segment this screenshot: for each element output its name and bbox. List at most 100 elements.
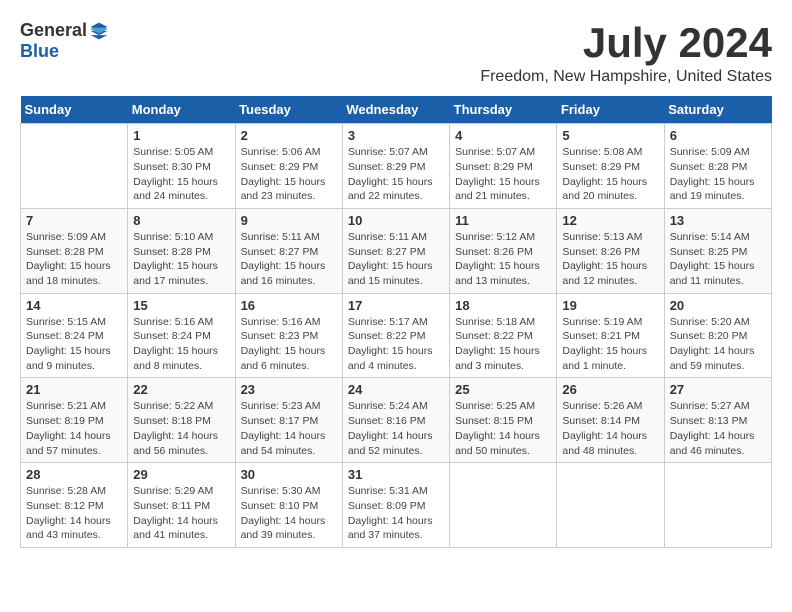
calendar-cell: 3 Sunrise: 5:07 AM Sunset: 8:29 PM Daylig… (342, 124, 449, 209)
day-info: Sunrise: 5:08 AM Sunset: 8:29 PM Dayligh… (562, 145, 658, 204)
calendar-cell: 13 Sunrise: 5:14 AM Sunset: 8:25 PM Dayli… (664, 208, 771, 293)
calendar-cell: 21 Sunrise: 5:21 AM Sunset: 8:19 PM Dayli… (21, 378, 128, 463)
day-number: 4 (455, 128, 551, 143)
calendar-cell: 4Sunrise: 5:07 AM Sunset: 8:29 PM Daylig… (450, 124, 557, 209)
month-title: July 2024 (480, 20, 772, 66)
calendar-cell: 31Sunrise: 5:31 AM Sunset: 8:09 PM Dayli… (342, 463, 449, 548)
day-info: Sunrise: 5:25 AM Sunset: 8:15 PM Dayligh… (455, 399, 551, 458)
day-number: 15 (133, 298, 229, 313)
header-sunday: Sunday (21, 96, 128, 124)
calendar-cell: 8 Sunrise: 5:10 AM Sunset: 8:28 PM Daylig… (128, 208, 235, 293)
day-number: 21 (26, 382, 122, 397)
calendar-cell: 25 Sunrise: 5:25 AM Sunset: 8:15 PM Dayli… (450, 378, 557, 463)
calendar-cell: 23 Sunrise: 5:23 AM Sunset: 8:17 PM Dayli… (235, 378, 342, 463)
day-info: Sunrise: 5:27 AM Sunset: 8:13 PM Dayligh… (670, 399, 766, 458)
calendar-cell: 12 Sunrise: 5:13 AM Sunset: 8:26 PM Dayli… (557, 208, 664, 293)
day-info: Sunrise: 5:30 AM Sunset: 8:10 PM Dayligh… (241, 484, 337, 543)
day-info: Sunrise: 5:15 AM Sunset: 8:24 PM Dayligh… (26, 315, 122, 374)
day-number: 31 (348, 467, 444, 482)
day-info: Sunrise: 5:13 AM Sunset: 8:26 PM Dayligh… (562, 230, 658, 289)
day-number: 5 (562, 128, 658, 143)
calendar-cell: 16 Sunrise: 5:16 AM Sunset: 8:23 PM Dayli… (235, 293, 342, 378)
day-info: Sunrise: 5:05 AM Sunset: 8:30 PM Dayligh… (133, 145, 229, 204)
day-info: Sunrise: 5:21 AM Sunset: 8:19 PM Dayligh… (26, 399, 122, 458)
day-number: 2 (241, 128, 337, 143)
day-number: 27 (670, 382, 766, 397)
page-header: General Blue July 2024 Freedom, New Hamp… (20, 20, 772, 86)
calendar-cell: 20 Sunrise: 5:20 AM Sunset: 8:20 PM Dayli… (664, 293, 771, 378)
day-info: Sunrise: 5:14 AM Sunset: 8:25 PM Dayligh… (670, 230, 766, 289)
calendar-week-row: 14 Sunrise: 5:15 AM Sunset: 8:24 PM Dayli… (21, 293, 772, 378)
logo-general-text: General (20, 20, 87, 41)
day-info: Sunrise: 5:20 AM Sunset: 8:20 PM Dayligh… (670, 315, 766, 374)
day-info: Sunrise: 5:09 AM Sunset: 8:28 PM Dayligh… (670, 145, 766, 204)
calendar-cell (450, 463, 557, 548)
calendar-table: SundayMondayTuesdayWednesdayThursdayFrid… (20, 96, 772, 548)
calendar-cell: 7 Sunrise: 5:09 AM Sunset: 8:28 PM Daylig… (21, 208, 128, 293)
day-number: 3 (348, 128, 444, 143)
calendar-cell (21, 124, 128, 209)
calendar-cell: 22 Sunrise: 5:22 AM Sunset: 8:18 PM Dayli… (128, 378, 235, 463)
day-number: 19 (562, 298, 658, 313)
day-number: 10 (348, 213, 444, 228)
header-thursday: Thursday (450, 96, 557, 124)
calendar-week-row: 7 Sunrise: 5:09 AM Sunset: 8:28 PM Daylig… (21, 208, 772, 293)
logo: General Blue (20, 20, 109, 62)
day-number: 16 (241, 298, 337, 313)
header-friday: Friday (557, 96, 664, 124)
header-wednesday: Wednesday (342, 96, 449, 124)
calendar-cell (664, 463, 771, 548)
title-area: July 2024 Freedom, New Hampshire, United… (480, 20, 772, 86)
calendar-cell: 17 Sunrise: 5:17 AM Sunset: 8:22 PM Dayli… (342, 293, 449, 378)
calendar-cell: 30 Sunrise: 5:30 AM Sunset: 8:10 PM Dayli… (235, 463, 342, 548)
day-number: 20 (670, 298, 766, 313)
day-info: Sunrise: 5:07 AM Sunset: 8:29 PM Dayligh… (348, 145, 444, 204)
day-info: Sunrise: 5:09 AM Sunset: 8:28 PM Dayligh… (26, 230, 122, 289)
day-info: Sunrise: 5:11 AM Sunset: 8:27 PM Dayligh… (241, 230, 337, 289)
location-subtitle: Freedom, New Hampshire, United States (480, 68, 772, 86)
day-info: Sunrise: 5:16 AM Sunset: 8:24 PM Dayligh… (133, 315, 229, 374)
calendar-cell: 29Sunrise: 5:29 AM Sunset: 8:11 PM Dayli… (128, 463, 235, 548)
day-info: Sunrise: 5:26 AM Sunset: 8:14 PM Dayligh… (562, 399, 658, 458)
day-info: Sunrise: 5:22 AM Sunset: 8:18 PM Dayligh… (133, 399, 229, 458)
day-number: 13 (670, 213, 766, 228)
day-info: Sunrise: 5:17 AM Sunset: 8:22 PM Dayligh… (348, 315, 444, 374)
calendar-cell: 27 Sunrise: 5:27 AM Sunset: 8:13 PM Dayli… (664, 378, 771, 463)
calendar-cell: 10Sunrise: 5:11 AM Sunset: 8:27 PM Dayli… (342, 208, 449, 293)
day-number: 7 (26, 213, 122, 228)
day-info: Sunrise: 5:12 AM Sunset: 8:26 PM Dayligh… (455, 230, 551, 289)
logo-blue-text: Blue (20, 41, 59, 62)
calendar-cell: 2 Sunrise: 5:06 AM Sunset: 8:29 PM Daylig… (235, 124, 342, 209)
calendar-cell: 26Sunrise: 5:26 AM Sunset: 8:14 PM Dayli… (557, 378, 664, 463)
calendar-cell: 5 Sunrise: 5:08 AM Sunset: 8:29 PM Daylig… (557, 124, 664, 209)
day-number: 25 (455, 382, 551, 397)
calendar-cell: 14 Sunrise: 5:15 AM Sunset: 8:24 PM Dayli… (21, 293, 128, 378)
calendar-cell: 11 Sunrise: 5:12 AM Sunset: 8:26 PM Dayli… (450, 208, 557, 293)
day-info: Sunrise: 5:23 AM Sunset: 8:17 PM Dayligh… (241, 399, 337, 458)
day-number: 1 (133, 128, 229, 143)
calendar-cell: 24Sunrise: 5:24 AM Sunset: 8:16 PM Dayli… (342, 378, 449, 463)
day-number: 14 (26, 298, 122, 313)
day-number: 24 (348, 382, 444, 397)
day-number: 18 (455, 298, 551, 313)
header-saturday: Saturday (664, 96, 771, 124)
day-number: 30 (241, 467, 337, 482)
day-number: 11 (455, 213, 551, 228)
calendar-cell: 28 Sunrise: 5:28 AM Sunset: 8:12 PM Dayli… (21, 463, 128, 548)
day-info: Sunrise: 5:29 AM Sunset: 8:11 PM Dayligh… (133, 484, 229, 543)
header-monday: Monday (128, 96, 235, 124)
day-info: Sunrise: 5:10 AM Sunset: 8:28 PM Dayligh… (133, 230, 229, 289)
day-info: Sunrise: 5:28 AM Sunset: 8:12 PM Dayligh… (26, 484, 122, 543)
day-number: 9 (241, 213, 337, 228)
day-info: Sunrise: 5:19 AM Sunset: 8:21 PM Dayligh… (562, 315, 658, 374)
day-number: 23 (241, 382, 337, 397)
day-number: 12 (562, 213, 658, 228)
day-info: Sunrise: 5:18 AM Sunset: 8:22 PM Dayligh… (455, 315, 551, 374)
day-number: 28 (26, 467, 122, 482)
day-number: 8 (133, 213, 229, 228)
day-number: 17 (348, 298, 444, 313)
day-number: 22 (133, 382, 229, 397)
day-info: Sunrise: 5:06 AM Sunset: 8:29 PM Dayligh… (241, 145, 337, 204)
day-info: Sunrise: 5:16 AM Sunset: 8:23 PM Dayligh… (241, 315, 337, 374)
calendar-cell: 9 Sunrise: 5:11 AM Sunset: 8:27 PM Daylig… (235, 208, 342, 293)
